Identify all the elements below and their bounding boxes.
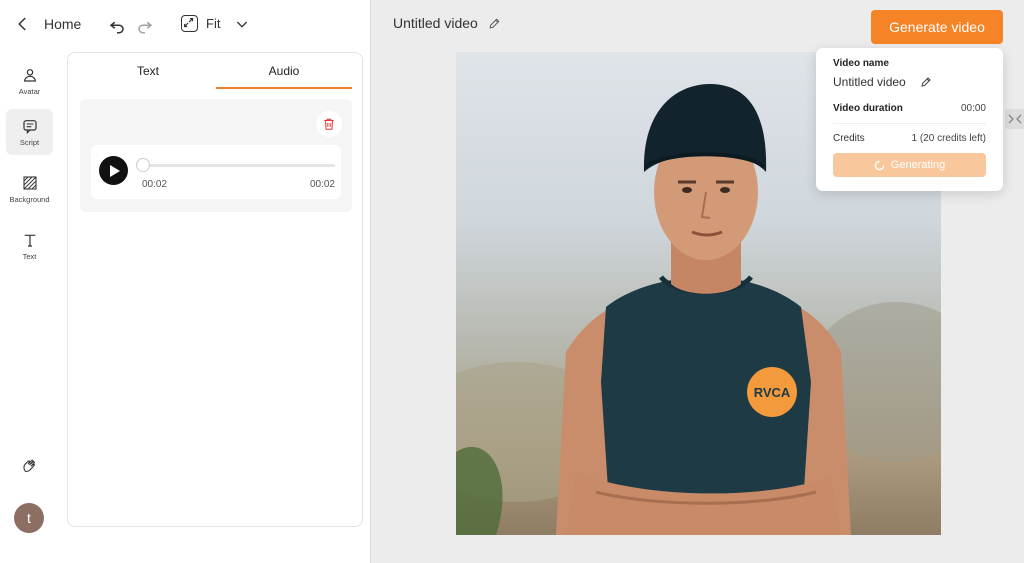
undo-icon[interactable] [108, 17, 126, 35]
user-avatar[interactable]: t [14, 503, 44, 533]
trash-icon [324, 118, 334, 130]
rail-item-label: Background [9, 194, 50, 204]
rail-item-avatar[interactable]: Avatar [6, 58, 53, 104]
script-panel: Text Audio 00:02 00:02 [67, 52, 363, 527]
spinner-icon [874, 160, 885, 170]
video-name-value: Untitled video [833, 75, 906, 89]
credits-label: Credits [833, 133, 865, 144]
pencil-icon[interactable] [920, 76, 932, 88]
play-icon [109, 164, 120, 177]
person-icon [23, 68, 36, 82]
rail-item-label: Text [22, 251, 37, 261]
rail-item-text[interactable]: Text [6, 223, 53, 269]
fit-label: Fit [206, 16, 221, 31]
audio-duration: 00:02 [309, 179, 335, 190]
left-nav-rail: Avatar Script Background Text t [0, 52, 60, 563]
video-name-label: Video name [833, 58, 889, 69]
video-duration-value: 00:00 [960, 103, 986, 114]
chevron-down-icon [237, 21, 248, 28]
hand-wave-icon[interactable] [21, 457, 38, 474]
back-home-button[interactable]: Home [14, 15, 81, 33]
tab-audio[interactable]: Audio [216, 57, 352, 89]
rail-item-background[interactable]: Background [6, 166, 53, 212]
collapse-arrows-icon [1008, 114, 1022, 124]
text-icon [24, 234, 35, 247]
top-toolbar: Home Fit [0, 0, 370, 52]
audio-progress-track[interactable] [139, 164, 335, 167]
generate-video-button[interactable]: Generate video [871, 10, 1003, 44]
panel-collapse-handle[interactable] [1005, 109, 1024, 129]
script-tabs: Text Audio [80, 57, 352, 89]
video-title: Untitled video [393, 15, 501, 31]
script-icon [22, 119, 37, 134]
audio-card: 00:02 00:02 [80, 99, 352, 212]
divider [833, 123, 986, 124]
rail-item-label: Avatar [18, 86, 41, 96]
svg-text:RVCA: RVCA [754, 385, 791, 400]
rail-item-label: Script [19, 137, 40, 147]
audio-current-time: 00:02 [142, 179, 168, 190]
play-button[interactable] [99, 156, 128, 185]
video-details-popover: Video name Untitled video Video duration… [816, 48, 1003, 191]
redo-icon[interactable] [136, 17, 154, 35]
fit-zoom-dropdown[interactable]: Fit [181, 15, 250, 32]
video-title-text: Untitled video [393, 15, 478, 31]
fit-icon [181, 15, 198, 32]
generating-status-button[interactable]: Generating [833, 153, 986, 177]
tab-text[interactable]: Text [80, 57, 216, 89]
video-duration-label: Video duration [833, 103, 903, 114]
chevron-left-icon [18, 17, 26, 31]
back-home-label: Home [44, 16, 82, 32]
audio-progress-handle[interactable] [136, 158, 150, 172]
rail-item-script[interactable]: Script [6, 109, 53, 155]
generating-label: Generating [890, 159, 946, 171]
delete-audio-button[interactable] [316, 111, 342, 137]
background-icon [22, 175, 37, 190]
pencil-icon[interactable] [488, 17, 501, 30]
audio-player: 00:02 00:02 [91, 145, 341, 199]
credits-value: 1 (20 credits left) [911, 133, 986, 144]
